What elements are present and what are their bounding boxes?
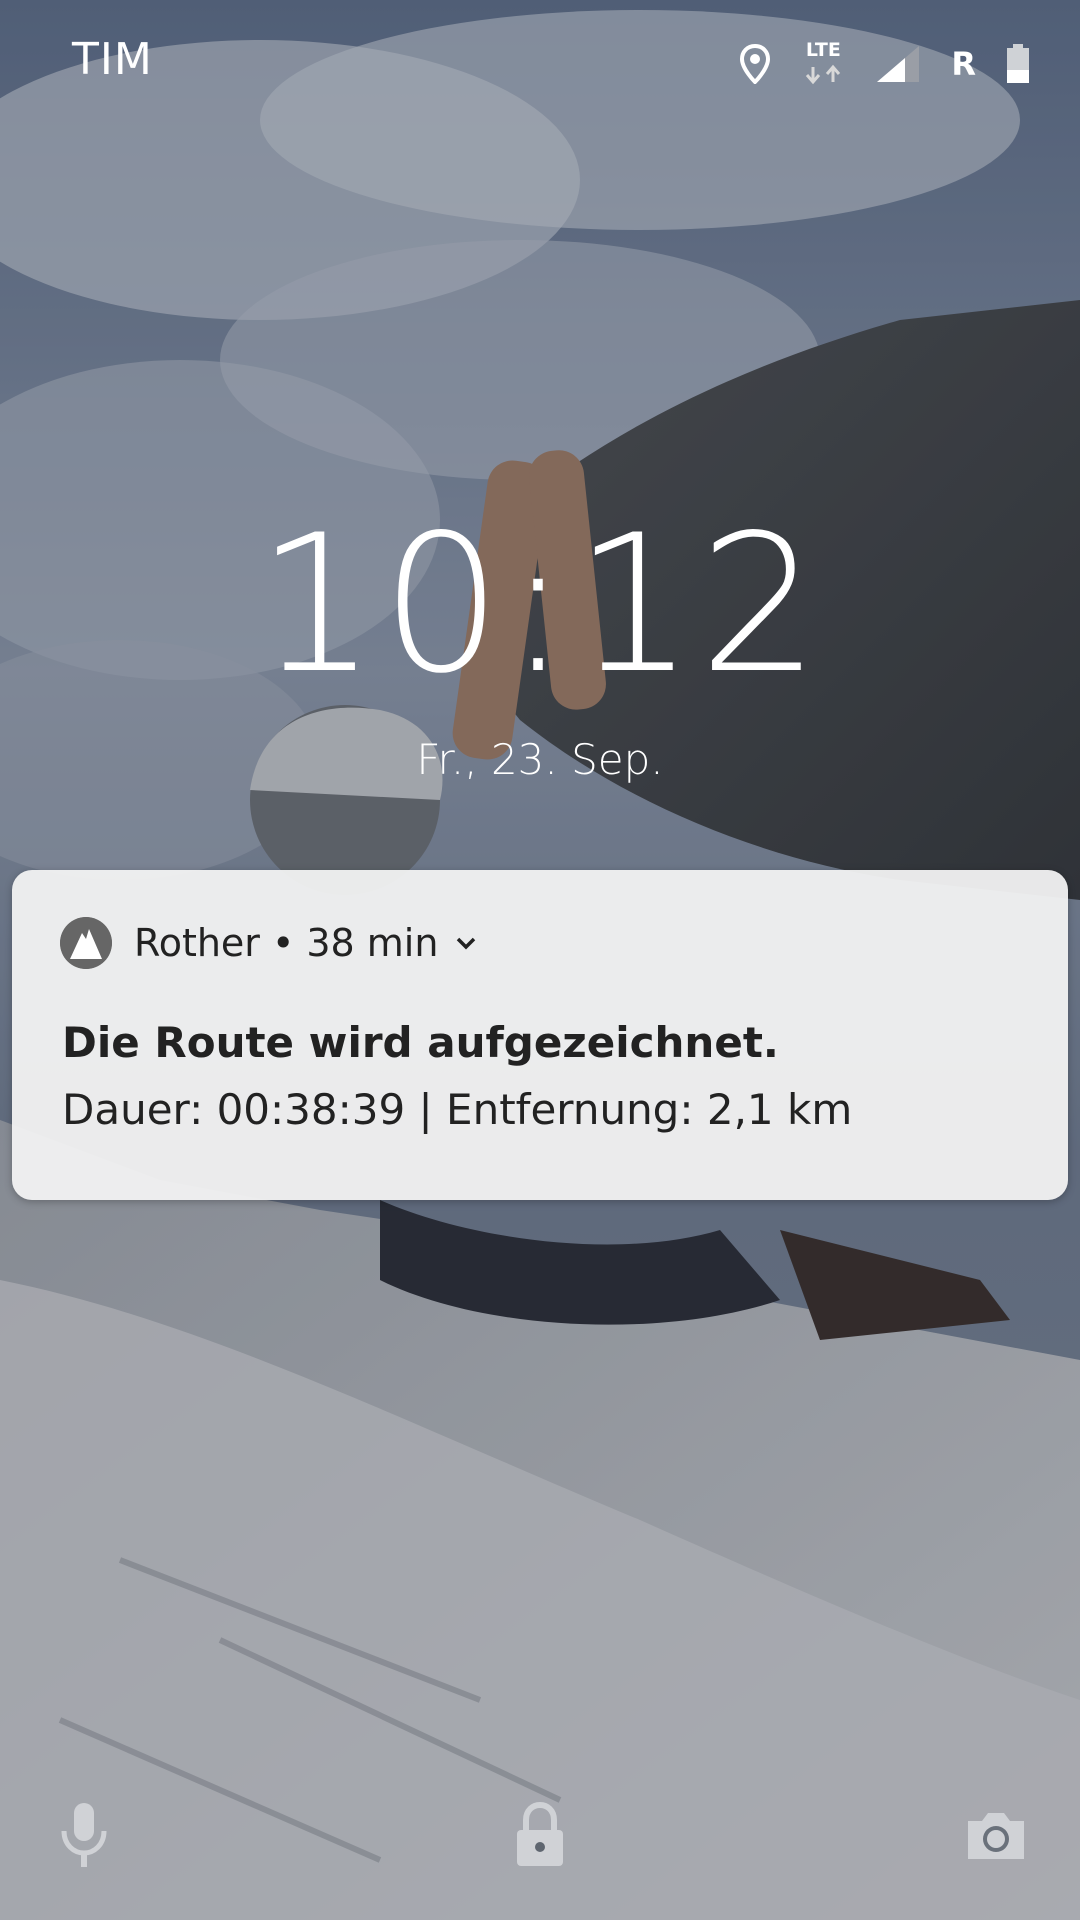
roaming-icon: R [951,45,976,83]
microphone-icon[interactable] [44,1795,124,1875]
notification-card[interactable]: Rother • 38 min Die Route wird aufgezeic… [12,870,1068,1200]
notification-header[interactable]: Rother • 38 min [60,915,480,971]
camera-icon[interactable] [956,1795,1036,1875]
chevron-down-icon[interactable] [452,933,480,953]
notification-text: Dauer: 00:38:39 | Entfernung: 2,1 km [62,1085,853,1134]
lock-clock: 10:12 [256,494,824,715]
location-icon [739,44,771,84]
rother-mountain-icon [60,917,112,969]
notification-time: 38 min [306,921,439,965]
signal-strength-icon [875,44,921,84]
lock-screen: TIM LTE R 10:12 Fr., 23. Sep. Rother • 3… [0,0,1080,1920]
notification-title: Die Route wird aufgezeichnet. [62,1018,779,1067]
notification-app-name: Rother [134,921,260,965]
notification-separator: • [271,921,295,965]
status-icons: LTE R [739,34,1030,94]
status-bar: TIM LTE R [0,0,1080,120]
lte-data-icon: LTE [801,39,845,89]
carrier-name: TIM [72,34,153,85]
lock-date: Fr., 23. Sep. [416,735,664,784]
lock-icon[interactable] [500,1795,580,1875]
battery-icon [1006,44,1030,84]
